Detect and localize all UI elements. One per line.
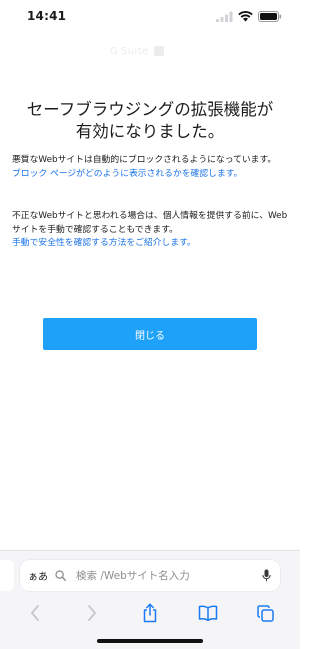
- title-line-2: 有効になりました。: [75, 122, 225, 141]
- signal-icon: [216, 11, 233, 22]
- manual-check-text: 不正なWebサイトと思われる場合は、個人情報を提供する前に、Webサイトを手動で…: [12, 211, 288, 235]
- auto-block-text: 悪質なWebサイトは自動的にブロックされるようになっています。: [12, 155, 277, 165]
- info-paragraph-manual-check: 不正なWebサイトと思われる場合は、個人情報を提供する前に、Webサイトを手動で…: [12, 210, 292, 251]
- logo-text: G Suite: [110, 45, 149, 57]
- tabs-button[interactable]: [247, 600, 283, 626]
- chevron-right-icon: [88, 605, 97, 621]
- home-indicator: [97, 639, 203, 643]
- page-settings-button[interactable]: ぁあ: [20, 568, 50, 583]
- microphone-icon[interactable]: [252, 569, 280, 582]
- battery-icon: [258, 11, 282, 22]
- gsuite-logo: G Suite: [110, 44, 190, 58]
- browser-toolbar: [0, 599, 300, 627]
- share-icon: [143, 603, 157, 623]
- forward-button[interactable]: [74, 600, 110, 626]
- block-page-link[interactable]: ブロック ページがどのように表示されるかを確認します。: [12, 168, 292, 182]
- logo-badge-icon: [153, 46, 164, 56]
- chevron-left-icon: [30, 605, 39, 621]
- address-bar[interactable]: ぁあ 検索 /Webサイト名入力: [20, 560, 280, 591]
- wifi-icon: [238, 11, 253, 22]
- search-icon: [50, 570, 70, 581]
- info-paragraph-auto-block: 悪質なWebサイトは自動的にブロックされるようになっています。 ブロック ページ…: [12, 154, 292, 181]
- previous-tab-card[interactable]: [0, 560, 14, 591]
- status-bar: 14:41: [0, 0, 300, 34]
- status-time: 14:41: [27, 9, 67, 23]
- browser-bottom-bar: ぁあ 検索 /Webサイト名入力: [0, 550, 300, 649]
- bookmarks-button[interactable]: [190, 600, 226, 626]
- title-line-1: セーフブラウジングの拡張機能が: [26, 100, 274, 119]
- share-button[interactable]: [132, 600, 168, 626]
- manual-check-link[interactable]: 手動で安全性を確認する方法をご紹介します。: [12, 237, 292, 251]
- close-button[interactable]: 閉じる: [43, 318, 257, 350]
- status-icons: [216, 11, 282, 22]
- back-button[interactable]: [17, 600, 53, 626]
- tabs-icon: [256, 604, 274, 622]
- book-icon: [198, 605, 217, 621]
- address-placeholder: 検索 /Webサイト名入力: [76, 570, 190, 582]
- page-title: セーフブラウジングの拡張機能が 有効になりました。: [16, 99, 284, 143]
